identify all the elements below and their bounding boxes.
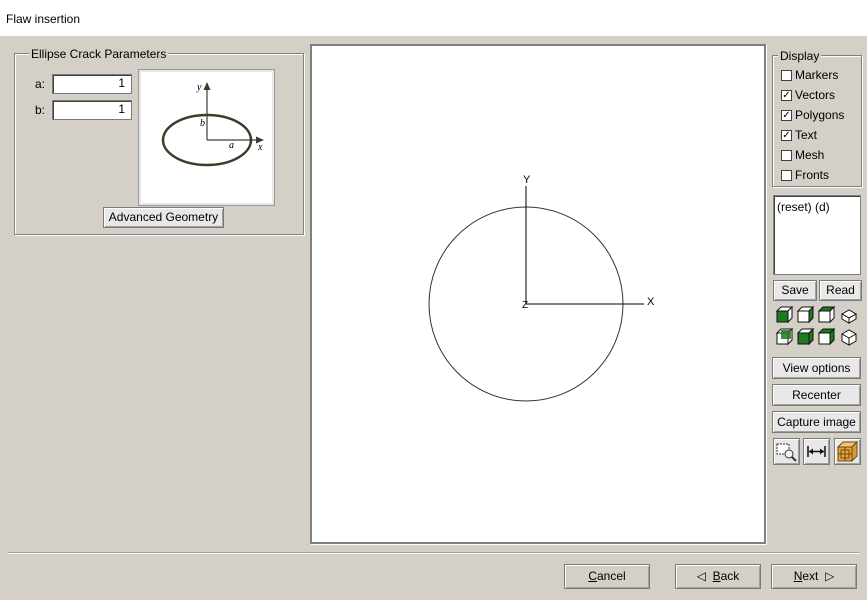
polygons-checkbox[interactable]: ✓ — [781, 110, 792, 121]
fit-width-button[interactable] — [803, 438, 830, 465]
save-button[interactable]: Save — [773, 280, 817, 301]
b-label: b: — [35, 103, 46, 117]
next-label: ext — [802, 569, 819, 583]
diagram-b-label: b — [200, 118, 205, 129]
view-iso-alt-icon[interactable] — [839, 328, 858, 346]
command-log[interactable]: (reset) (d) — [773, 195, 861, 275]
back-button[interactable]: ◁ Back — [675, 564, 761, 589]
advanced-geometry-button[interactable]: Advanced Geometry — [103, 207, 224, 228]
fronts-checkbox[interactable] — [781, 170, 792, 181]
zoom-box-button[interactable] — [773, 438, 800, 465]
text-label: Text — [795, 128, 818, 142]
cancel-accel: C — [588, 569, 597, 583]
back-arrow-icon: ◁ — [696, 569, 706, 583]
view-bottom-icon[interactable] — [817, 328, 836, 346]
wireframe-box-button[interactable] — [834, 438, 861, 465]
markers-label: Markers — [795, 68, 839, 82]
fit-width-icon — [807, 446, 826, 457]
a-label: a: — [35, 77, 46, 91]
capture-image-button[interactable]: Capture image — [772, 411, 861, 433]
text-checkbox[interactable]: ✓ — [781, 130, 792, 141]
polygons-label: Polygons — [795, 108, 845, 122]
view-iso-icon[interactable] — [839, 306, 858, 324]
b-input[interactable]: 1 — [52, 100, 132, 120]
fronts-label: Fronts — [795, 168, 830, 182]
back-label: ack — [720, 569, 740, 583]
view-back-icon[interactable] — [775, 328, 794, 346]
view-right-icon[interactable] — [796, 306, 815, 324]
diagram-y-label: y — [196, 82, 202, 93]
axis-y-label: Y — [523, 174, 531, 186]
next-arrow-icon: ▷ — [825, 569, 835, 583]
window-title: Flaw insertion — [6, 12, 81, 26]
vectors-checkbox[interactable]: ✓ — [781, 90, 792, 101]
y-arrow-icon — [203, 82, 211, 90]
cancel-label: ancel — [596, 569, 626, 583]
next-button[interactable]: Next ▷ — [771, 564, 857, 589]
title-bar: Flaw insertion — [0, 0, 867, 36]
axis-z-label: Z — [522, 300, 528, 311]
diagram-a-label: a — [229, 140, 234, 151]
view-options-button[interactable]: View options — [772, 357, 861, 379]
footer-separator — [8, 552, 859, 554]
read-button[interactable]: Read — [819, 280, 862, 301]
mesh-label: Mesh — [795, 148, 825, 162]
view-front-icon[interactable] — [775, 306, 794, 324]
zoom-icon — [776, 443, 797, 462]
mesh-checkbox[interactable] — [781, 150, 792, 161]
recenter-button[interactable]: Recenter — [772, 384, 861, 406]
cancel-button[interactable]: Cancel — [564, 564, 650, 589]
view-top-icon[interactable] — [817, 306, 836, 324]
ellipse-params-title: Ellipse Crack Parameters — [29, 47, 169, 61]
back-accel: B — [712, 569, 721, 583]
a-input[interactable]: 1 — [52, 74, 132, 94]
ellipse-diagram: y x b a — [138, 69, 275, 206]
vectors-label: Vectors — [795, 88, 836, 102]
axis-x-label: X — [647, 296, 655, 308]
markers-checkbox[interactable] — [781, 70, 792, 81]
wireframe-box-icon — [836, 440, 859, 463]
display-title: Display — [778, 49, 822, 63]
diagram-x-label: x — [257, 142, 263, 153]
view-left-icon[interactable] — [796, 328, 815, 346]
graphics-viewport[interactable]: Y X Z — [310, 44, 766, 544]
